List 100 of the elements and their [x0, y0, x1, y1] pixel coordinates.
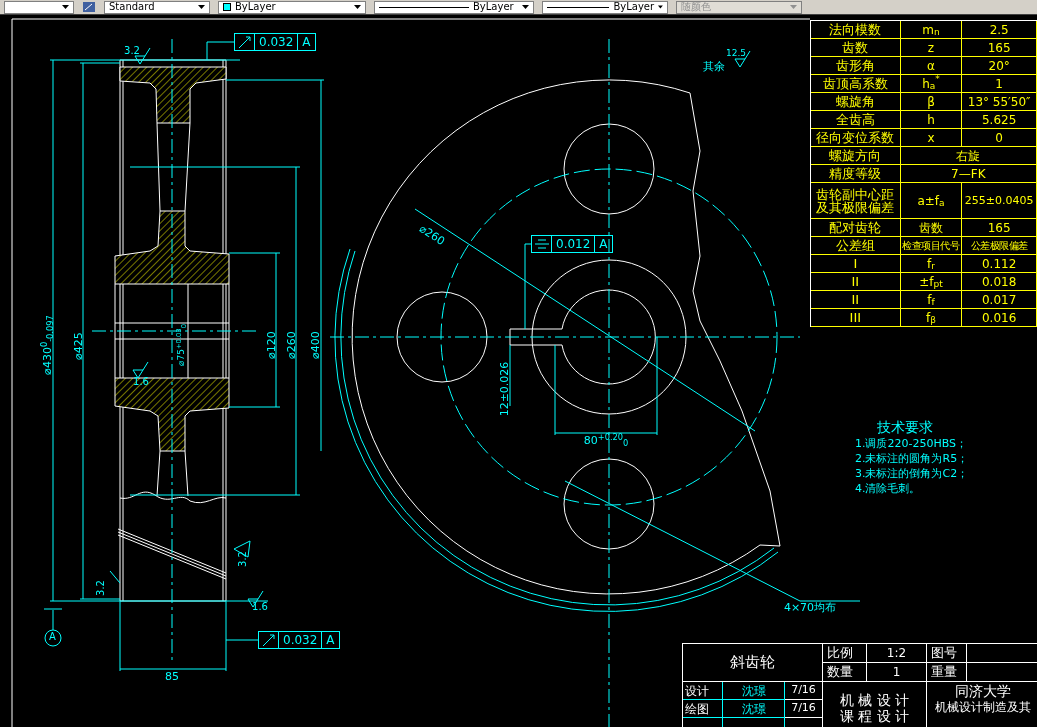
- parameter-name: II: [811, 291, 901, 309]
- linetype-preview-icon: [547, 6, 610, 8]
- dimension-text: 12±0.026: [498, 361, 510, 417]
- course-title: 课 程 设 计: [839, 709, 910, 723]
- toolbar-dropdown[interactable]: Standard: [104, 0, 210, 14]
- parameter-name: 齿数: [811, 39, 901, 57]
- parameter-name: II: [811, 273, 901, 291]
- parameter-name: 齿顶高系数: [811, 75, 901, 93]
- parameter-value: 0: [962, 129, 1037, 147]
- parameter-value: 0.018: [962, 273, 1037, 291]
- parameter-value: 右旋: [900, 147, 1037, 165]
- parameter-name: 螺旋方向: [811, 147, 901, 165]
- dimension-text: 其余: [703, 60, 725, 72]
- layer-dropdown[interactable]: [4, 0, 74, 14]
- caret-icon: [522, 5, 529, 9]
- scale-value: 1:2: [867, 644, 927, 663]
- tech-requirement-item: 2.未标注的圆角为R5；: [855, 453, 969, 464]
- major-name: 机械设计制造及其: [934, 701, 1031, 713]
- parameter-name: I: [811, 255, 901, 273]
- title-block-label: 设计: [683, 682, 723, 700]
- toolbar-dropdown[interactable]: ByLayer: [218, 0, 366, 14]
- parameter-name: 公差组: [811, 237, 901, 255]
- part-name: 斜齿轮: [683, 644, 823, 682]
- dimension-text: 1.6: [133, 377, 149, 387]
- signature-name: 沈璟: [723, 700, 785, 718]
- parameter-name: 精度等级: [811, 165, 901, 183]
- caret-icon: [354, 5, 361, 9]
- runout-arrow-icon: [237, 35, 252, 49]
- signature-name: 沈璟: [723, 682, 785, 700]
- dimension-text: ⌀260: [285, 331, 297, 359]
- caret-icon: [790, 5, 797, 9]
- dimension-text: ⌀425: [72, 332, 84, 360]
- tech-requirement-item: 4.清除毛刺。: [855, 483, 922, 494]
- course-title: 机 械 设 计: [839, 693, 910, 707]
- dimension-text: 3.2: [96, 580, 106, 596]
- parameter-value: 0.112: [962, 255, 1037, 273]
- dimension-text: 85: [165, 670, 179, 682]
- parameter-name: 配对齿轮: [811, 219, 901, 237]
- text-style-icon[interactable]: [82, 1, 96, 13]
- dropdown-value: ByLayer: [473, 2, 515, 12]
- dimension-text: 3.2: [124, 46, 140, 56]
- title-block-label: 数量: [823, 663, 867, 682]
- parameter-name: 齿轮副中心距及其极限偏差: [811, 183, 901, 219]
- dropdown-value: ByLayer: [235, 2, 277, 12]
- dropdown-value: 随颜色: [681, 2, 712, 12]
- color-swatch-icon: [223, 3, 231, 11]
- parameter-value: 165: [962, 219, 1037, 237]
- parameter-value: 0.016: [962, 309, 1037, 327]
- parameter-name: 螺旋角: [811, 93, 901, 111]
- dimension-text: 4×70均布: [783, 601, 837, 613]
- datum-letter: A: [598, 236, 609, 252]
- roughness-symbol-icon: [109, 540, 251, 584]
- toolbar-dropdown[interactable]: ByLayer: [542, 0, 668, 14]
- quantity-value: 1: [867, 663, 927, 682]
- tolerance-value: 0.012: [552, 236, 596, 252]
- dimension-text: 12.5: [726, 48, 746, 58]
- linetype-preview-icon: [379, 6, 469, 8]
- signature-date: 7/16: [785, 700, 823, 718]
- parameter-value: 0.017: [962, 291, 1037, 309]
- datum-circle: [44, 629, 62, 647]
- dimension-text: ⌀120: [265, 331, 277, 359]
- title-block-label: 图号: [927, 644, 967, 663]
- symmetry-icon: [534, 238, 549, 250]
- tech-requirement-item: 3.未标注的倒角为C2；: [855, 468, 969, 479]
- title-block-label: 绘图: [683, 700, 723, 718]
- parameter-value: 255±0.0405: [962, 183, 1037, 219]
- school-name: 同济大学: [954, 684, 1011, 698]
- caret-icon: [62, 5, 69, 9]
- parameter-value: 13° 55′50″: [962, 93, 1037, 111]
- title-block-label: 比例: [823, 644, 867, 663]
- toolbar-dropdown[interactable]: ByLayer: [374, 0, 534, 14]
- dropdown-value: Standard: [109, 2, 156, 12]
- parameter-value: 公差极限偏差: [962, 237, 1037, 255]
- datum-leader-line: [43, 608, 63, 631]
- signature-date: 7/16: [785, 682, 823, 700]
- parameter-value: 20°: [962, 57, 1037, 75]
- dimension-text: 3.2: [238, 551, 248, 567]
- caret-icon: [198, 5, 205, 9]
- parameter-name: 全齿高: [811, 111, 901, 129]
- title-block-label: 重量: [927, 663, 967, 682]
- tolerance-value: 0.032: [279, 632, 323, 648]
- parameter-name: 法向模数: [811, 21, 901, 39]
- roughness-symbol-icon: [132, 361, 149, 379]
- parameter-name: 径向变位系数: [811, 129, 901, 147]
- dimension-text: ⌀260: [417, 222, 447, 248]
- parameter-value: 7—FK: [900, 165, 1037, 183]
- tech-requirements-title: 技术要求: [876, 420, 934, 434]
- datum-letter: A: [325, 632, 336, 648]
- dimension-text: ⌀400: [309, 331, 321, 359]
- runout-arrow-icon: [261, 633, 276, 647]
- parameter-value: 165: [962, 39, 1037, 57]
- parameter-value: 2.5: [962, 21, 1037, 39]
- parameter-name: III: [811, 309, 901, 327]
- datum-letter: A: [49, 632, 56, 642]
- tech-requirement-item: 1.调质220-250HBS；: [855, 438, 969, 449]
- parameter-name: 齿形角: [811, 57, 901, 75]
- dimension-text: 1.6: [252, 602, 268, 612]
- caret-icon: [658, 5, 663, 9]
- dropdown-value: ByLayer: [613, 2, 655, 12]
- datum-letter: A: [301, 34, 312, 50]
